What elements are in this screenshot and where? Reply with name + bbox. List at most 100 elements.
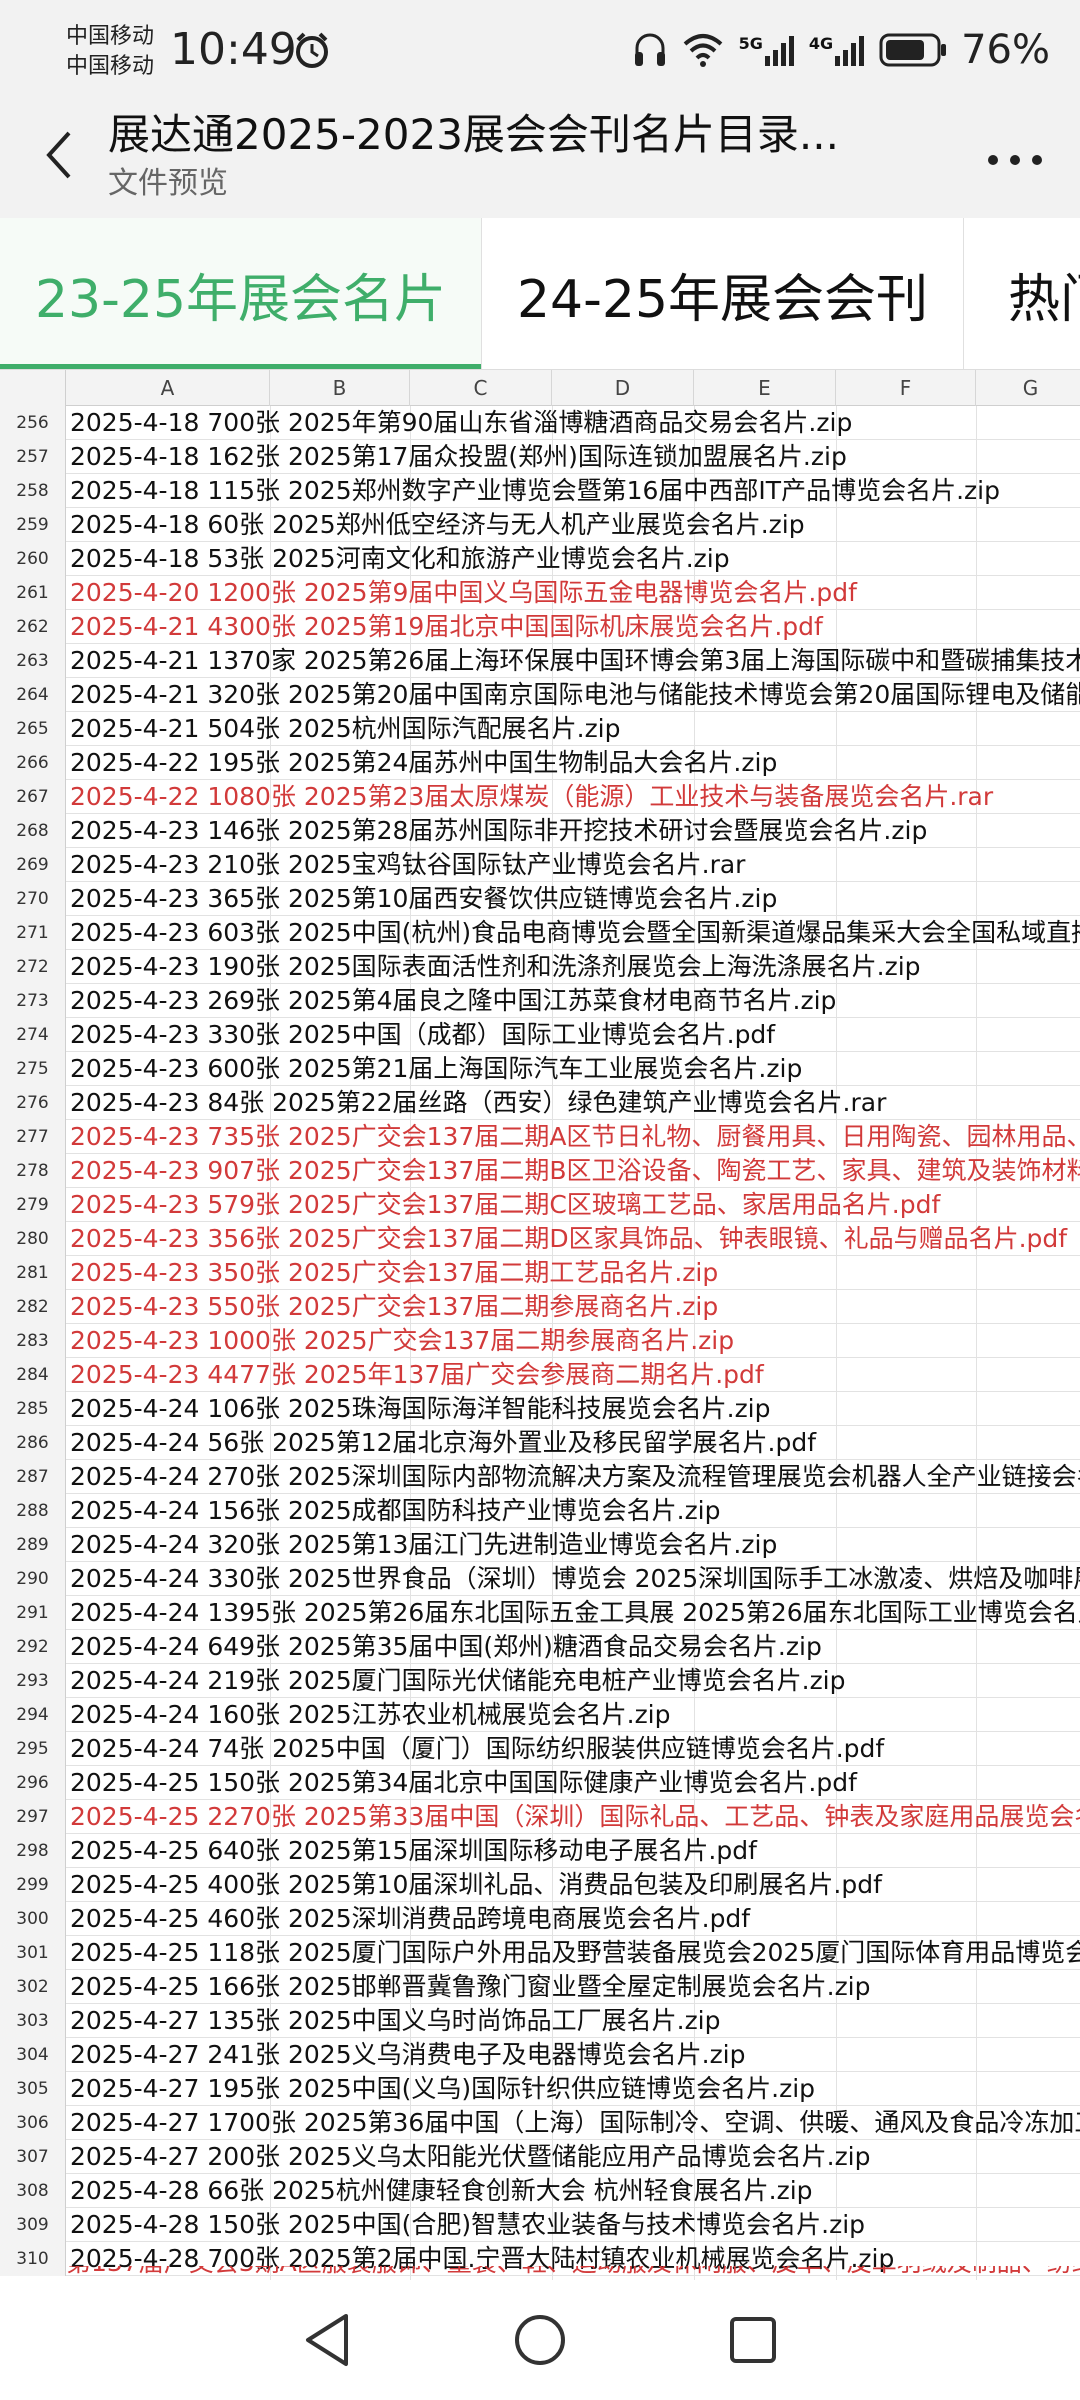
table-row[interactable]: 267 2025-4-22 1080张 2025第23届太原煤炭（能源）工业技术与… xyxy=(0,780,1080,814)
cell-a[interactable]: 2025-4-27 195张 2025中国(义乌)国际针织供应链博览会名片.zi… xyxy=(68,2072,1080,2106)
row-number[interactable]: 293 xyxy=(0,1664,66,1698)
column-header-e[interactable]: E xyxy=(694,370,836,406)
table-row[interactable]: 306 2025-4-27 1700张 2025第36届中国（上海）国际制冷、空调… xyxy=(0,2106,1080,2140)
table-row[interactable]: 287 2025-4-24 270张 2025深圳国际内部物流解决方案及流程管理展… xyxy=(0,1460,1080,1494)
table-row[interactable]: 270 2025-4-23 365张 2025第10届西安餐饮供应链博览会名片.z… xyxy=(0,882,1080,916)
row-number[interactable]: 299 xyxy=(0,1868,66,1902)
row-number[interactable]: 271 xyxy=(0,916,66,950)
table-row[interactable]: 295 2025-4-24 74张 2025中国（厦门）国际纺织服装供应链博览会名… xyxy=(0,1732,1080,1766)
row-number[interactable]: 280 xyxy=(0,1222,66,1256)
cell-a[interactable]: 2025-4-18 53张 2025河南文化和旅游产业博览会名片.zip xyxy=(68,542,1080,576)
cell-a[interactable]: 2025-4-23 735张 2025广交会137届二期A区节日礼物、厨餐用具、… xyxy=(68,1120,1080,1154)
table-row[interactable]: 300 2025-4-25 460张 2025深圳消费品跨境电商展览会名片.pdf xyxy=(0,1902,1080,1936)
cell-a[interactable]: 2025-4-23 269张 2025第4届良之隆中国江苏菜食材电商节名片.zi… xyxy=(68,984,1080,1018)
tab-24-25-catalogs[interactable]: 24-25年展会会刊 xyxy=(482,218,964,369)
table-row[interactable]: 280 2025-4-23 356张 2025广交会137届二期D区家具饰品、钟表… xyxy=(0,1222,1080,1256)
column-header-b[interactable]: B xyxy=(270,370,410,406)
row-number[interactable]: 292 xyxy=(0,1630,66,1664)
row-number[interactable]: 302 xyxy=(0,1970,66,2004)
row-number[interactable]: 258 xyxy=(0,474,66,508)
row-number[interactable]: 264 xyxy=(0,678,66,712)
row-number[interactable]: 301 xyxy=(0,1936,66,1970)
nav-back-button[interactable] xyxy=(287,2300,367,2380)
row-number[interactable]: 266 xyxy=(0,746,66,780)
table-row[interactable]: 299 2025-4-25 400张 2025第10届深圳礼品、消费品包装及印刷展… xyxy=(0,1868,1080,1902)
row-number[interactable]: 303 xyxy=(0,2004,66,2038)
row-number[interactable]: 297 xyxy=(0,1800,66,1834)
row-number[interactable]: 278 xyxy=(0,1154,66,1188)
row-number[interactable]: 289 xyxy=(0,1528,66,1562)
table-row[interactable]: 304 2025-4-27 241张 2025义乌消费电子及电器博览会名片.zip xyxy=(0,2038,1080,2072)
cell-a[interactable]: 2025-4-23 356张 2025广交会137届二期D区家具饰品、钟表眼镜、… xyxy=(68,1222,1080,1256)
table-row[interactable]: 309 2025-4-28 150张 2025中国(合肥)智慧农业装备与技术博览会… xyxy=(0,2208,1080,2242)
cell-a[interactable]: 2025-4-24 74张 2025中国（厦门）国际纺织服装供应链博览会名片.p… xyxy=(68,1732,1080,1766)
cell-a[interactable]: 2025-4-24 156张 2025成都国防科技产业博览会名片.zip xyxy=(68,1494,1080,1528)
cell-a[interactable]: 2025-4-18 162张 2025第17届众投盟(郑州)国际连锁加盟展名片.… xyxy=(68,440,1080,474)
table-row[interactable]: 288 2025-4-24 156张 2025成都国防科技产业博览会名片.zip xyxy=(0,1494,1080,1528)
cell-a[interactable]: 2025-4-23 4477张 2025年137届广交会参展商二期名片.pdf xyxy=(68,1358,1080,1392)
row-number[interactable]: 300 xyxy=(0,1902,66,1936)
row-number[interactable]: 304 xyxy=(0,2038,66,2072)
row-number[interactable]: 296 xyxy=(0,1766,66,1800)
column-header-a[interactable]: A xyxy=(66,370,270,406)
cell-a[interactable]: 2025-4-22 195张 2025第24届苏州中国生物制品大会名片.zip xyxy=(68,746,1080,780)
table-row[interactable]: 282 2025-4-23 550张 2025广交会137届二期参展商名片.zip xyxy=(0,1290,1080,1324)
cell-a[interactable]: 2025-4-23 579张 2025广交会137届二期C区玻璃工艺品、家居用品… xyxy=(68,1188,1080,1222)
spreadsheet[interactable]: A B C D E F G 256 2025-4-18 700张 2025年第90… xyxy=(0,370,1080,2280)
row-number[interactable]: 290 xyxy=(0,1562,66,1596)
row-number[interactable]: 277 xyxy=(0,1120,66,1154)
table-row[interactable]: 303 2025-4-27 135张 2025中国义乌时尚饰品工厂展名片.zip xyxy=(0,2004,1080,2038)
nav-recents-button[interactable] xyxy=(713,2300,793,2380)
cell-a[interactable]: 2025-4-23 550张 2025广交会137届二期参展商名片.zip xyxy=(68,1290,1080,1324)
cell-a[interactable]: 2025-4-23 365张 2025第10届西安餐饮供应链博览会名片.zip xyxy=(68,882,1080,916)
row-number[interactable]: 268 xyxy=(0,814,66,848)
row-number[interactable]: 256 xyxy=(0,406,66,440)
table-row[interactable]: 285 2025-4-24 106张 2025珠海国际海洋智能科技展览会名片.zi… xyxy=(0,1392,1080,1426)
table-row[interactable]: 262 2025-4-21 4300张 2025第19届北京中国国际机床展览会名片… xyxy=(0,610,1080,644)
cell-a[interactable]: 2025-4-21 4300张 2025第19届北京中国国际机床展览会名片.pd… xyxy=(68,610,1080,644)
cell-a[interactable]: 2025-4-24 160张 2025江苏农业机械展览会名片.zip xyxy=(68,1698,1080,1732)
table-row[interactable]: 277 2025-4-23 735张 2025广交会137届二期A区节日礼物、厨餐… xyxy=(0,1120,1080,1154)
row-number[interactable]: 305 xyxy=(0,2072,66,2106)
row-number[interactable]: 281 xyxy=(0,1256,66,1290)
row-number[interactable]: 308 xyxy=(0,2174,66,2208)
nav-home-button[interactable] xyxy=(500,2300,580,2380)
cell-a[interactable]: 2025-4-23 190张 2025国际表面活性剂和洗涤剂展览会上海洗涤展名片… xyxy=(68,950,1080,984)
cell-a[interactable]: 2025-4-23 350张 2025广交会137届二期工艺品名片.zip xyxy=(68,1256,1080,1290)
table-row[interactable]: 284 2025-4-23 4477张 2025年137届广交会参展商二期名片.p… xyxy=(0,1358,1080,1392)
column-header-g[interactable]: G xyxy=(976,370,1080,406)
table-row[interactable]: 258 2025-4-18 115张 2025郑州数字产业博览会暨第16届中西部I… xyxy=(0,474,1080,508)
cell-a[interactable]: 2025-4-27 241张 2025义乌消费电子及电器博览会名片.zip xyxy=(68,2038,1080,2072)
row-number[interactable]: 307 xyxy=(0,2140,66,2174)
row-number[interactable]: 288 xyxy=(0,1494,66,1528)
table-row[interactable]: 289 2025-4-24 320张 2025第13届江门先进制造业博览会名片.z… xyxy=(0,1528,1080,1562)
row-number[interactable]: 269 xyxy=(0,848,66,882)
row-number[interactable]: 298 xyxy=(0,1834,66,1868)
row-number[interactable]: 295 xyxy=(0,1732,66,1766)
table-row[interactable]: 294 2025-4-24 160张 2025江苏农业机械展览会名片.zip xyxy=(0,1698,1080,1732)
table-row[interactable]: 261 2025-4-20 1200张 2025第9届中国义乌国际五金电器博览会名… xyxy=(0,576,1080,610)
cell-a[interactable]: 2025-4-24 1395张 2025第26届东北国际五金工具展 2025第2… xyxy=(68,1596,1080,1630)
back-button[interactable] xyxy=(28,120,88,190)
table-row[interactable]: 259 2025-4-18 60张 2025郑州低空经济与无人机产业展览会名片.z… xyxy=(0,508,1080,542)
row-number[interactable]: 275 xyxy=(0,1052,66,1086)
cell-a[interactable]: 2025-4-22 1080张 2025第23届太原煤炭（能源）工业技术与装备展… xyxy=(68,780,1080,814)
cell-a[interactable]: 2025-4-28 150张 2025中国(合肥)智慧农业装备与技术博览会名片.… xyxy=(68,2208,1080,2242)
table-row[interactable]: 297 2025-4-25 2270张 2025第33届中国（深圳）国际礼品、工艺… xyxy=(0,1800,1080,1834)
table-row[interactable]: 286 2025-4-24 56张 2025第12届北京海外置业及移民留学展名片.… xyxy=(0,1426,1080,1460)
table-row[interactable]: 271 2025-4-23 603张 2025中国(杭州)食品电商博览会暨全国新渠… xyxy=(0,916,1080,950)
table-row[interactable]: 268 2025-4-23 146张 2025第28届苏州国际非开挖技术研讨会暨展… xyxy=(0,814,1080,848)
row-number[interactable]: 272 xyxy=(0,950,66,984)
cell-a[interactable]: 2025-4-24 270张 2025深圳国际内部物流解决方案及流程管理展览会机… xyxy=(68,1460,1080,1494)
table-row[interactable]: 274 2025-4-23 330张 2025中国（成都）国际工业博览会名片.pd… xyxy=(0,1018,1080,1052)
cell-a[interactable]: 2025-4-25 460张 2025深圳消费品跨境电商展览会名片.pdf xyxy=(68,1902,1080,1936)
table-row[interactable]: 266 2025-4-22 195张 2025第24届苏州中国生物制品大会名片.z… xyxy=(0,746,1080,780)
cell-a[interactable]: 2025-4-25 150张 2025第34届北京中国国际健康产业博览会名片.p… xyxy=(68,1766,1080,1800)
row-number[interactable]: 270 xyxy=(0,882,66,916)
table-row[interactable]: 256 2025-4-18 700张 2025年第90届山东省淄博糖酒商品交易会名… xyxy=(0,406,1080,440)
table-row[interactable]: 276 2025-4-23 84张 2025第22届丝路（西安）绿色建筑产业博览会… xyxy=(0,1086,1080,1120)
row-number[interactable]: 279 xyxy=(0,1188,66,1222)
table-row[interactable]: 269 2025-4-23 210张 2025宝鸡钛谷国际钛产业博览会名片.rar xyxy=(0,848,1080,882)
table-row[interactable]: 279 2025-4-23 579张 2025广交会137届二期C区玻璃工艺品、家… xyxy=(0,1188,1080,1222)
row-number[interactable]: 274 xyxy=(0,1018,66,1052)
